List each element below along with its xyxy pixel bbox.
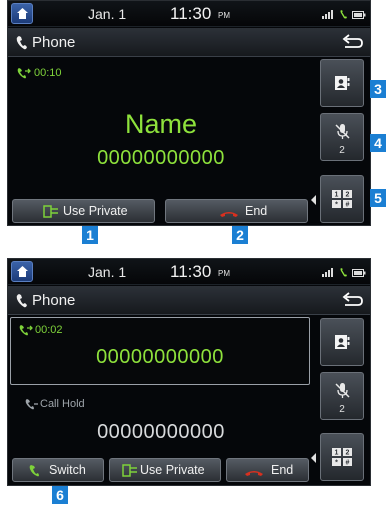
caller-name: Name xyxy=(124,109,198,139)
svg-text:2: 2 xyxy=(346,192,350,199)
call-screen-two-calls: Jan. 1 11:30 PM Phone 00:02 00000000000 … xyxy=(7,258,371,486)
home-icon xyxy=(17,8,28,19)
held-call-number: 00000000000 xyxy=(97,421,225,443)
callout-1: 1 xyxy=(82,226,98,244)
end-call-icon xyxy=(220,212,238,217)
status-icons xyxy=(322,267,366,278)
dial-pad-icon: 1 2 * # xyxy=(332,190,352,209)
dial-pad-icon: 1 2 * # xyxy=(332,448,352,467)
battery-icon xyxy=(352,10,366,19)
home-icon xyxy=(17,266,28,277)
active-call-timer: 00:02 xyxy=(35,324,63,336)
clock-display: 11:30 xyxy=(170,262,212,281)
signal-bars-icon xyxy=(322,268,333,277)
home-button[interactable] xyxy=(11,3,33,24)
battery-icon xyxy=(352,268,366,277)
callout-2: 2 xyxy=(232,226,248,244)
private-handset-icon xyxy=(122,464,137,477)
mic-volume-level: 2 xyxy=(339,404,345,415)
back-button[interactable] xyxy=(338,290,366,310)
status-bar: Jan. 1 11:30 PM xyxy=(8,1,370,27)
caller-number: 00000000000 xyxy=(97,147,225,169)
mic-mute-button[interactable]: 2 xyxy=(320,113,364,161)
use-private-label: Use Private xyxy=(140,463,205,477)
contacts-button[interactable] xyxy=(320,59,364,107)
svg-text:#: # xyxy=(346,460,350,467)
svg-text:1: 1 xyxy=(335,192,339,199)
mic-mute-icon xyxy=(335,383,350,399)
svg-text:2: 2 xyxy=(346,450,350,457)
date-display: Jan. 1 xyxy=(88,264,127,280)
switch-call-button[interactable]: Switch xyxy=(12,458,104,482)
held-call-icon xyxy=(25,399,38,410)
back-button[interactable] xyxy=(338,32,366,52)
svg-text:1: 1 xyxy=(335,450,339,457)
call-screen-single: Jan. 1 11:30 PM Phone 00:10 Name 0000000… xyxy=(7,0,371,226)
status-bar: Jan. 1 11:30 PM xyxy=(8,259,370,285)
contacts-button[interactable] xyxy=(320,318,364,366)
end-call-button[interactable]: End xyxy=(226,458,309,482)
date-display: Jan. 1 xyxy=(88,6,127,22)
phone-handset-icon xyxy=(16,36,27,50)
callout-4: 4 xyxy=(370,134,386,152)
outgoing-call-icon xyxy=(17,68,31,79)
private-handset-icon xyxy=(43,205,58,218)
end-call-label: End xyxy=(271,463,294,477)
chevron-left-icon xyxy=(311,453,316,463)
clock-display: 11:30 xyxy=(170,4,212,23)
dial-pad-button[interactable]: 1 2 * # xyxy=(320,433,364,481)
end-call-button[interactable]: End xyxy=(165,199,308,223)
title-bar: Phone xyxy=(8,286,370,315)
use-private-label: Use Private xyxy=(63,204,128,218)
mic-volume-level: 2 xyxy=(339,145,345,156)
svg-text:*: * xyxy=(335,460,338,467)
bluetooth-phone-icon xyxy=(340,10,347,19)
switch-call-icon xyxy=(29,465,39,477)
ampm-indicator: PM xyxy=(218,11,230,20)
status-icons xyxy=(322,9,366,20)
end-call-label: End xyxy=(245,204,268,218)
signal-bars-icon xyxy=(322,10,333,19)
bluetooth-phone-icon xyxy=(340,268,347,277)
use-private-button[interactable]: Use Private xyxy=(12,199,155,223)
callout-5: 5 xyxy=(370,189,386,207)
contacts-book-icon xyxy=(335,335,350,349)
contacts-book-icon xyxy=(335,76,350,90)
active-call-number: 00000000000 xyxy=(96,346,224,368)
callout-6: 6 xyxy=(52,486,68,504)
call-hold-label: Call Hold xyxy=(40,398,85,410)
callout-3: 3 xyxy=(370,80,386,98)
ampm-indicator: PM xyxy=(218,269,230,278)
call-timer: 00:10 xyxy=(34,67,62,79)
end-call-icon xyxy=(245,471,263,476)
active-call-box[interactable]: 00:02 00000000000 xyxy=(10,317,310,385)
page-title: Phone xyxy=(32,292,76,309)
svg-text:#: # xyxy=(346,202,350,209)
title-bar: Phone xyxy=(8,28,370,57)
use-private-button[interactable]: Use Private xyxy=(109,458,221,482)
dial-pad-button[interactable]: 1 2 * # xyxy=(320,175,364,223)
home-button[interactable] xyxy=(11,261,33,282)
svg-text:*: * xyxy=(335,202,338,209)
page-title: Phone xyxy=(32,34,76,51)
mic-mute-icon xyxy=(335,124,350,140)
switch-label: Switch xyxy=(49,463,86,477)
outgoing-call-icon xyxy=(19,325,33,336)
mic-mute-button[interactable]: 2 xyxy=(320,372,364,420)
phone-handset-icon xyxy=(16,294,27,308)
chevron-left-icon xyxy=(311,195,316,205)
